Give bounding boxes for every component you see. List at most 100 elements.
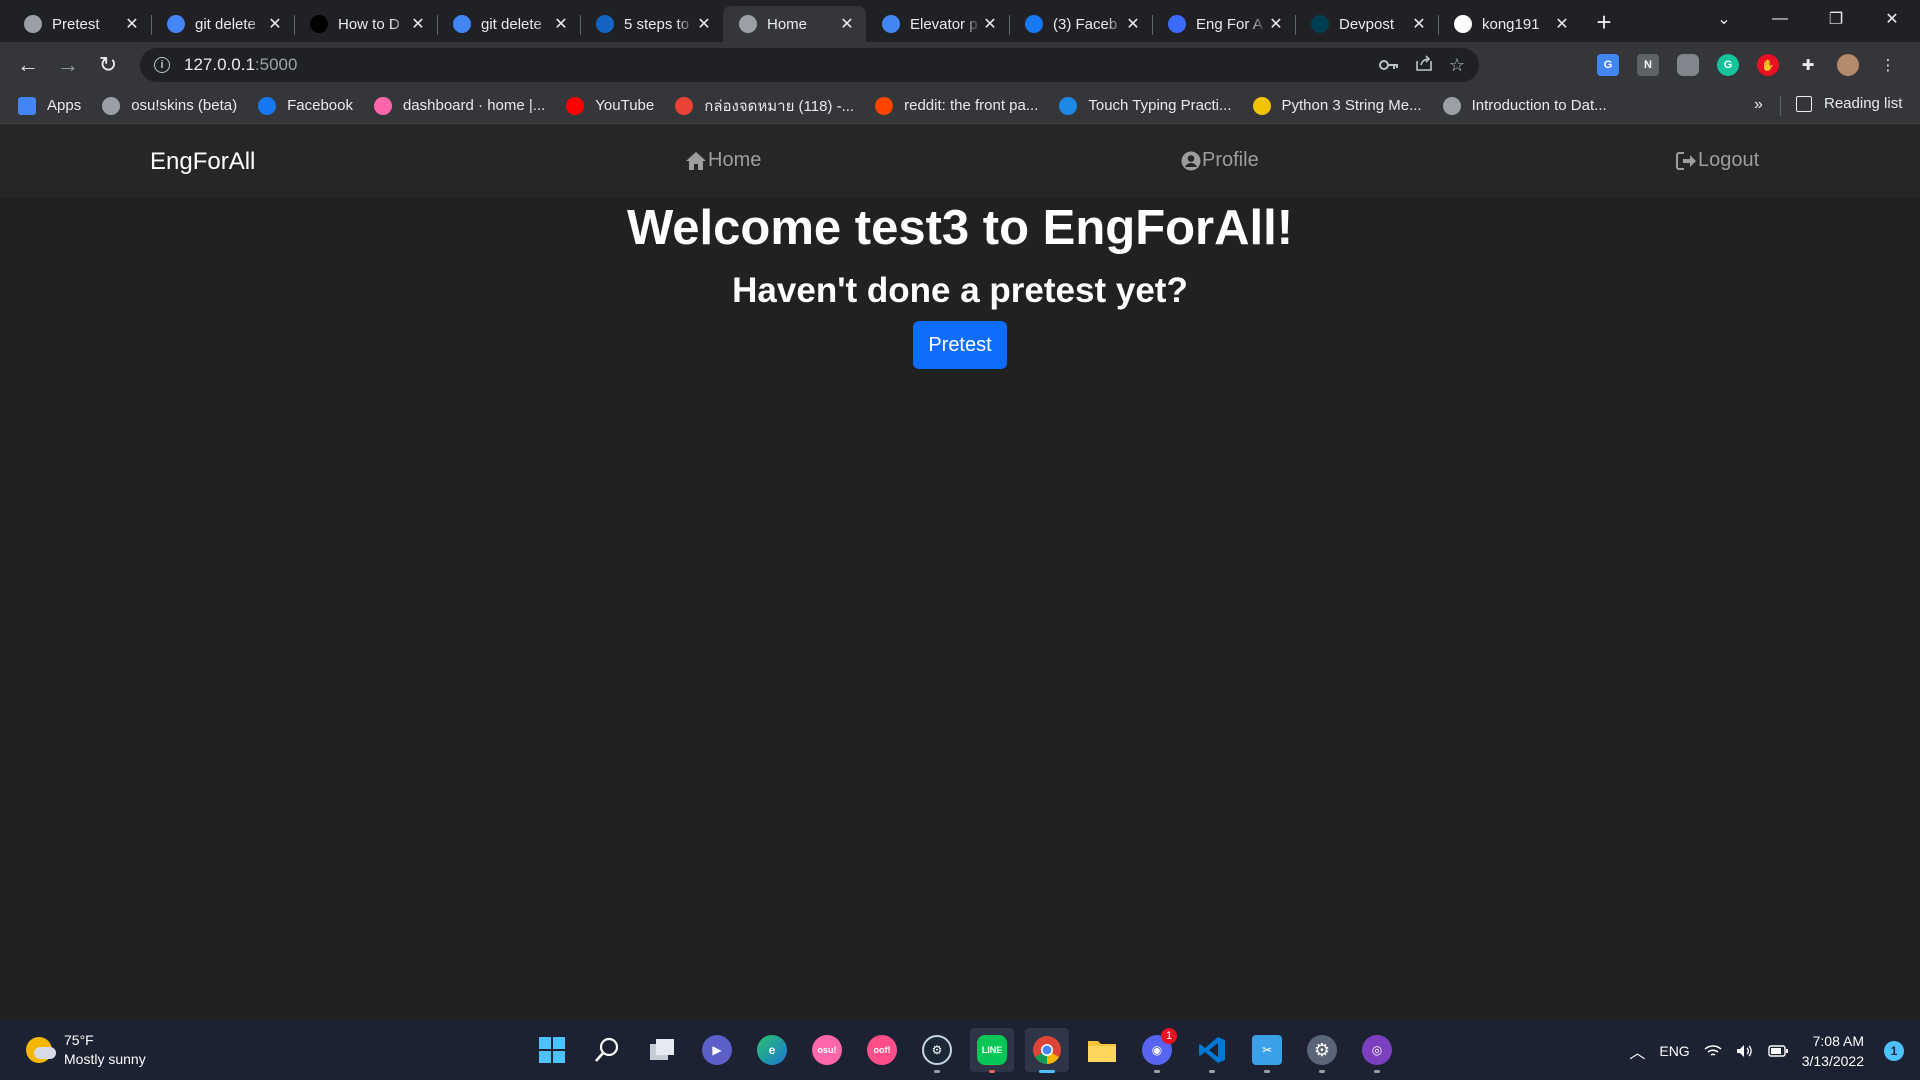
chevron-up-icon[interactable]: ︿	[1629, 1039, 1645, 1063]
address-bar[interactable]: i 127.0.0.1:5000 ☆	[140, 48, 1479, 82]
browser-tab[interactable]: Eng For A ✕	[1152, 6, 1295, 42]
system-tray: ︿ ENG 7:08 AM 3/13/2022 1	[1629, 1021, 1920, 1080]
clock-date: 3/13/2022	[1801, 1052, 1864, 1069]
notification-count-badge[interactable]: 1	[1884, 1040, 1904, 1061]
close-tab-icon[interactable]: ✕	[695, 15, 713, 33]
globe-icon	[102, 96, 121, 115]
back-icon[interactable]: ←	[8, 47, 48, 83]
tab-search-icon[interactable]: ⌄	[1696, 0, 1752, 38]
bookmark-item[interactable]: Touch Typing Practi...	[1059, 96, 1232, 115]
bookmark-item[interactable]: osu!skins (beta)	[102, 96, 237, 115]
new-tab-button[interactable]: +	[1587, 5, 1621, 39]
minimize-icon[interactable]: —	[1752, 0, 1808, 38]
bookmark-item[interactable]: Apps	[18, 96, 82, 115]
close-tab-icon[interactable]: ✕	[1410, 15, 1428, 33]
task-view-button[interactable]	[640, 1028, 684, 1072]
chrome-icon	[1033, 1036, 1061, 1064]
share-icon[interactable]	[1415, 54, 1433, 77]
bookmark-item[interactable]: Python 3 String Me...	[1252, 96, 1422, 115]
snipping-tool-button[interactable]: ✂	[1245, 1028, 1289, 1073]
browser-tab[interactable]: git delete ✕	[437, 6, 580, 42]
reload-icon[interactable]: ↻	[88, 47, 128, 83]
pretest-button[interactable]: Pretest	[913, 321, 1007, 369]
notion-web-clipper-icon[interactable]: N	[1632, 49, 1664, 81]
oof-icon: oof!	[867, 1035, 897, 1065]
start-button[interactable]	[530, 1028, 574, 1072]
bookmark-star-icon[interactable]: ☆	[1449, 55, 1465, 76]
volume-icon[interactable]	[1736, 1044, 1754, 1058]
browser-tab[interactable]: 5 steps to ✕	[580, 6, 723, 42]
system-clock[interactable]: 7:08 AM 3/13/2022	[1802, 1031, 1864, 1071]
oof-button[interactable]: oof!	[860, 1028, 904, 1072]
browser-tab[interactable]: Devpost ✕	[1295, 6, 1438, 42]
bookmark-label: Apps	[47, 97, 82, 114]
line-button[interactable]: LINE	[970, 1028, 1014, 1073]
bookmark-item[interactable]: YouTube	[566, 96, 654, 115]
browser-tab[interactable]: How to D ✕	[294, 6, 437, 42]
more-bookmarks-icon[interactable]: »	[1754, 96, 1763, 114]
chrome-menu-icon[interactable]: ⋮	[1872, 49, 1904, 81]
browser-tab[interactable]: (3) Faceb ✕	[1009, 6, 1152, 42]
url-port: :5000	[254, 55, 298, 74]
restore-icon[interactable]: ❐	[1808, 0, 1864, 38]
reading-list-button[interactable]: Reading list	[1796, 95, 1902, 112]
extensions-puzzle-icon[interactable]: ✚	[1792, 49, 1824, 81]
site-navbar: EngForAll Home Profile Logout	[0, 124, 1920, 198]
sm-icon	[596, 15, 614, 33]
nav-home-link[interactable]: Home	[685, 149, 761, 172]
close-tab-icon[interactable]: ✕	[266, 15, 284, 33]
site-info-icon[interactable]: i	[154, 57, 170, 73]
forward-icon[interactable]: →	[48, 47, 88, 83]
close-tab-icon[interactable]: ✕	[1553, 15, 1571, 33]
bookmark-item[interactable]: Introduction to Dat...	[1442, 96, 1607, 115]
close-tab-icon[interactable]: ✕	[1124, 15, 1142, 33]
close-tab-icon[interactable]: ✕	[552, 15, 570, 33]
vscode-button[interactable]	[1190, 1028, 1234, 1073]
bookmark-item[interactable]: reddit: the front pa...	[875, 96, 1038, 115]
browser-tab[interactable]: git delete ✕	[151, 6, 294, 42]
google-translate-icon[interactable]: G	[1592, 49, 1624, 81]
bookmark-item[interactable]: Facebook	[258, 96, 353, 115]
weather-widget[interactable]: 75°F Mostly sunny	[26, 1031, 146, 1069]
profile-avatar[interactable]	[1832, 49, 1864, 81]
search-button[interactable]	[585, 1028, 629, 1072]
close-tab-icon[interactable]: ✕	[1267, 15, 1285, 33]
close-window-icon[interactable]: ✕	[1864, 0, 1920, 38]
browser-tab[interactable]: Pretest ✕	[8, 6, 151, 42]
pretest-prompt: Haven't done a pretest yet?	[732, 271, 1188, 310]
close-tab-icon[interactable]: ✕	[409, 15, 427, 33]
chrome-button[interactable]	[1025, 1028, 1069, 1073]
language-indicator[interactable]: ENG	[1659, 1043, 1689, 1059]
close-tab-icon[interactable]: ✕	[981, 15, 999, 33]
nav-home-label: Home	[708, 149, 762, 171]
password-key-icon[interactable]	[1378, 55, 1399, 76]
battery-icon[interactable]	[1768, 1044, 1788, 1057]
home-icon	[686, 151, 706, 170]
settings-button[interactable]: ⚙	[1300, 1028, 1344, 1073]
browser-tab[interactable]: Elevator p ✕	[866, 6, 1009, 42]
teams-chat-button[interactable]: ▶	[695, 1028, 739, 1072]
discord-button[interactable]: ◉ 1	[1135, 1028, 1179, 1073]
extension-gray-icon[interactable]	[1672, 49, 1704, 81]
github-desktop-button[interactable]: ◎	[1355, 1028, 1399, 1073]
close-tab-icon[interactable]: ✕	[838, 15, 856, 33]
bookmark-item[interactable]: กล่องจดหมาย (118) -...	[675, 94, 854, 118]
site-brand[interactable]: EngForAll	[150, 148, 255, 176]
bookmark-item[interactable]: dashboard · home |...	[373, 96, 545, 115]
browser-tab[interactable]: kong191 ✕	[1438, 6, 1581, 42]
weather-description: Mostly sunny	[64, 1051, 146, 1067]
url-text[interactable]: 127.0.0.1:5000	[184, 55, 297, 75]
windows-logo-icon	[539, 1037, 565, 1063]
nav-logout-link[interactable]: Logout	[1676, 149, 1759, 172]
steam-button[interactable]: ⚙	[915, 1028, 959, 1073]
close-tab-icon[interactable]: ✕	[123, 15, 141, 33]
wifi-icon[interactable]	[1704, 1044, 1722, 1058]
browser-toolbar: ← → ↻ i 127.0.0.1:5000 ☆ G N G ✋ ✚ ⋮	[0, 42, 1920, 88]
grammarly-icon[interactable]: G	[1712, 49, 1744, 81]
edge-button[interactable]: e	[750, 1028, 794, 1072]
browser-tab[interactable]: Home ✕	[723, 6, 866, 42]
osu-button[interactable]: osu!	[805, 1028, 849, 1072]
nav-profile-link[interactable]: Profile	[1181, 149, 1259, 172]
file-explorer-button[interactable]	[1080, 1028, 1124, 1072]
adblock-icon[interactable]: ✋	[1752, 49, 1784, 81]
